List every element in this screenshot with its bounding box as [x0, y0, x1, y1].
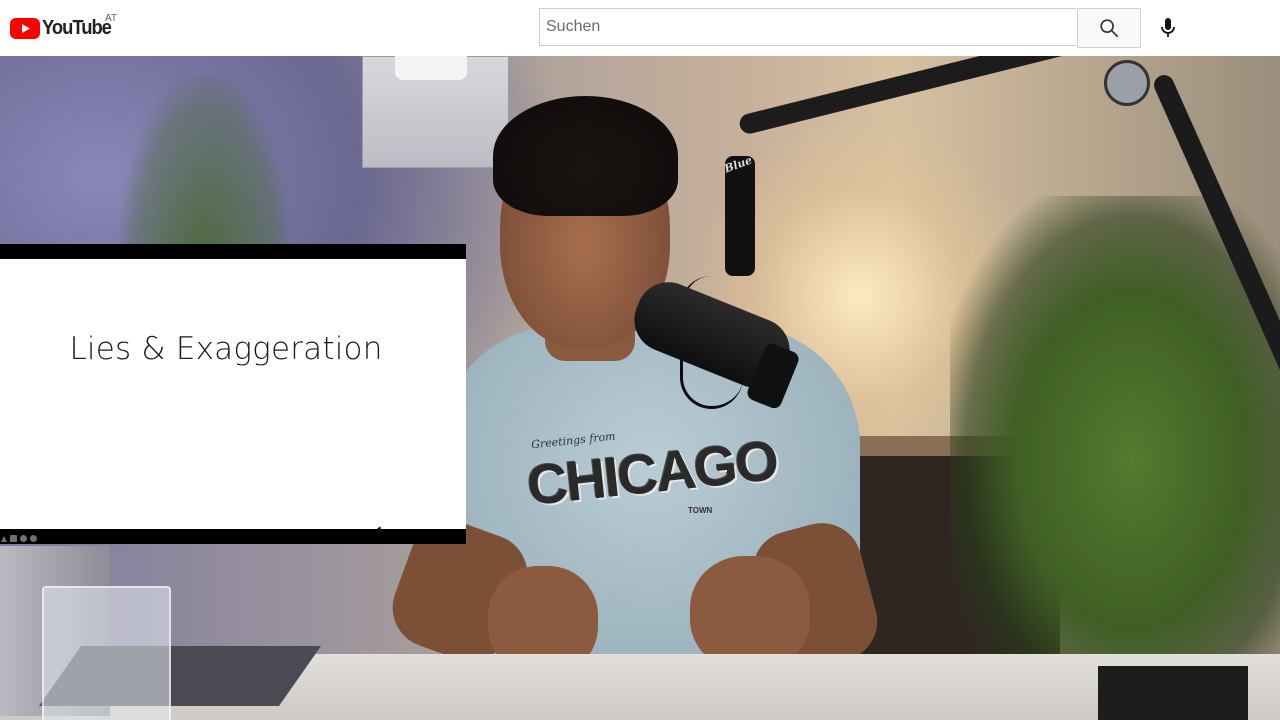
person-hair — [493, 96, 678, 216]
mic-arm-boom — [737, 56, 1150, 136]
search-input[interactable] — [540, 9, 1076, 45]
shirt-print-sub: TOWN — [688, 506, 713, 515]
country-code-badge: AT — [105, 13, 118, 24]
plant-pot — [1098, 666, 1248, 720]
plant-right — [950, 196, 1280, 676]
search-icon — [1100, 19, 1119, 38]
mouse-cursor-icon — [377, 526, 383, 533]
microphone-icon — [1161, 18, 1175, 37]
settings-icon[interactable] — [30, 535, 37, 542]
youtube-logo[interactable]: YouTube — [10, 14, 117, 42]
grid-icon[interactable] — [10, 535, 17, 542]
search-box — [539, 8, 1076, 46]
slide-title: Lies & Exaggeration — [69, 331, 383, 367]
masthead: YouTube AT — [0, 0, 1280, 56]
zoom-icon[interactable] — [20, 535, 27, 542]
search-button[interactable] — [1077, 8, 1141, 48]
voice-search-button[interactable] — [1152, 12, 1184, 44]
logo-wordmark: YouTube — [42, 17, 112, 39]
slide-page: Lies & Exaggeration — [0, 259, 466, 542]
slide-toolbar — [1, 535, 37, 542]
triangle-icon[interactable] — [1, 535, 7, 542]
mic-arm-pivot — [1104, 60, 1150, 106]
slide-overlay: Lies & Exaggeration — [0, 244, 466, 544]
youtube-logo-icon — [10, 17, 40, 39]
water-glass — [42, 586, 171, 720]
wall-light — [395, 56, 467, 80]
